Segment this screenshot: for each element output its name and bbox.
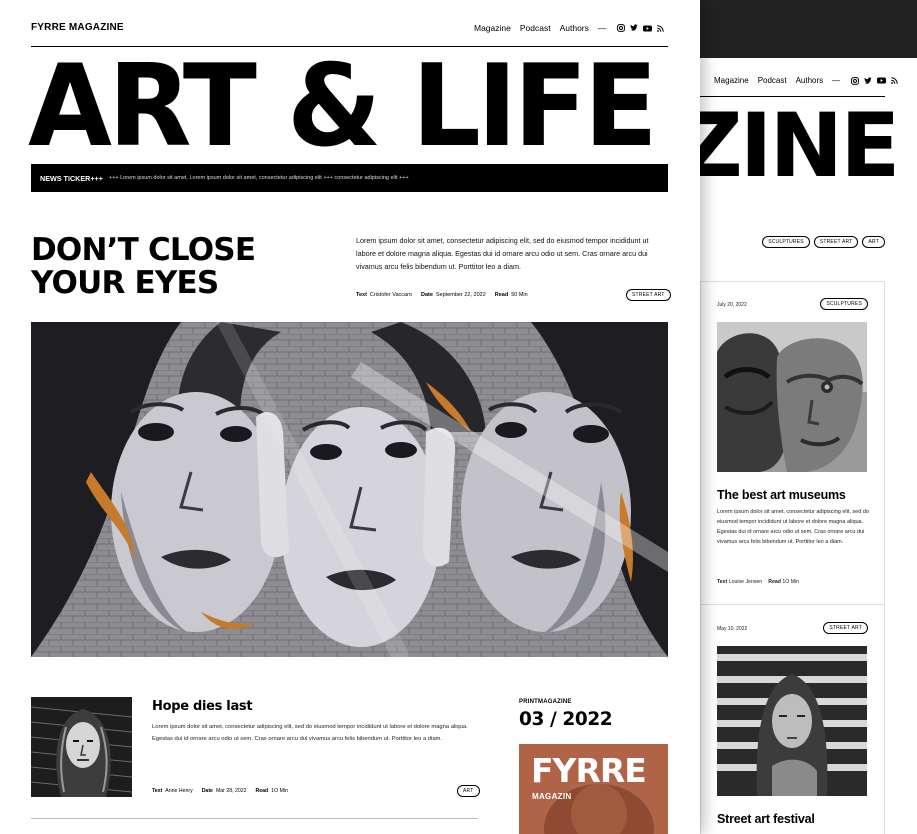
nav-dash: — bbox=[597, 23, 607, 33]
meta-date-label: Date bbox=[201, 788, 213, 794]
back-tag-list: SCULPTURES STREET ART ART bbox=[762, 236, 885, 248]
back-nav-authors[interactable]: Authors bbox=[796, 76, 824, 85]
youtube-icon[interactable] bbox=[643, 25, 653, 32]
news-ticker: NEWS TICKER+++ +++ Lorem ipsum dolor sit… bbox=[31, 164, 668, 192]
tag-street-art[interactable]: STREET ART bbox=[813, 236, 859, 248]
main-nav: Magazine Podcast Authors — bbox=[474, 23, 665, 33]
card-tag[interactable]: SCULPTURES bbox=[820, 298, 868, 310]
nav-podcast[interactable]: Podcast bbox=[520, 23, 551, 33]
back-nav-magazine[interactable]: Magazine bbox=[714, 76, 749, 85]
meta-text-label: Text bbox=[152, 788, 163, 794]
social-icons bbox=[617, 24, 665, 32]
featured-meta: Text Cristofer Vaccaro Date September 22, … bbox=[356, 292, 528, 298]
meta-read-label: Read bbox=[255, 788, 269, 794]
back-nav-dash: — bbox=[832, 76, 841, 85]
card-excerpt: Lorem ipsum dolor sit amet, consectetur … bbox=[717, 509, 869, 545]
meta-text-label: Text bbox=[717, 579, 728, 585]
card-title[interactable]: Street art festival bbox=[717, 812, 815, 826]
print-magazine-cover[interactable]: FYRRE MAGAZIN bbox=[519, 744, 668, 834]
hooded-girl-illustration bbox=[717, 646, 867, 796]
print-issue-number: 03 / 2022 bbox=[519, 709, 613, 730]
instagram-icon[interactable] bbox=[851, 76, 860, 85]
masthead-title: ART & LIFE bbox=[28, 40, 658, 172]
article-card-festival[interactable]: May 10, 2022 STREET ART Street art festi… bbox=[700, 605, 885, 834]
street-art-mural-illustration bbox=[31, 322, 668, 657]
twitter-icon[interactable] bbox=[630, 24, 639, 32]
instagram-icon[interactable] bbox=[617, 24, 626, 32]
museum-sculpture-image[interactable] bbox=[717, 322, 867, 472]
meta-read-label: Read bbox=[768, 579, 781, 585]
card-tag[interactable]: STREET ART bbox=[823, 622, 868, 634]
meta-author[interactable]: Louise Jensen bbox=[729, 579, 762, 585]
site-logo[interactable]: FYRRE MAGAZINE bbox=[31, 22, 124, 33]
meta-date-label: Date bbox=[420, 292, 433, 298]
back-social-icons bbox=[851, 76, 898, 85]
nav-magazine[interactable]: Magazine bbox=[474, 23, 511, 33]
twitter-icon[interactable] bbox=[864, 76, 872, 85]
meta-read-time: 50 Min bbox=[511, 292, 528, 298]
woodcut-portrait-illustration bbox=[31, 697, 132, 797]
meta-author[interactable]: Anne Henry bbox=[165, 788, 192, 794]
background-band bbox=[700, 0, 917, 58]
meta-text-label: Text bbox=[356, 292, 367, 298]
article-thumbnail[interactable] bbox=[31, 697, 132, 797]
tag-sculptures[interactable]: SCULPTURES bbox=[762, 236, 810, 248]
print-magazine-label: PRINTMAGAZINE bbox=[519, 699, 572, 705]
rss-icon[interactable] bbox=[657, 24, 665, 32]
cover-title: FYRRE bbox=[531, 751, 647, 790]
card-date: May 10, 2022 bbox=[717, 626, 748, 632]
meta-date: September 22, 2022 bbox=[435, 292, 486, 298]
back-nav: Magazine Podcast Authors — bbox=[714, 76, 898, 85]
cover-subtitle: MAGAZIN bbox=[532, 792, 572, 801]
ticker-text: +++ Lorem ipsum dolor sit amet, Lorem ip… bbox=[108, 175, 409, 181]
featured-headline[interactable]: DON’T CLOSE YOUR EYES bbox=[31, 234, 311, 300]
featured-lead: Lorem ipsum dolor sit amet, consectetur … bbox=[356, 236, 649, 271]
back-nav-podcast[interactable]: Podcast bbox=[758, 76, 787, 85]
meta-date: Mar 28, 2022 bbox=[215, 788, 247, 794]
back-masthead-fragment: ZINE bbox=[679, 94, 900, 197]
article-card-museums[interactable]: July 20, 2022 SCULPTURES The best art mu… bbox=[700, 281, 885, 605]
card-meta: Text Louise Jensen Read 1O Min bbox=[717, 579, 799, 585]
featured-hero-image[interactable] bbox=[31, 322, 668, 657]
meta-read-time: 1O Min bbox=[271, 788, 288, 794]
youtube-icon[interactable] bbox=[877, 77, 887, 84]
article-meta: Text Anne Henry Date Mar 28, 2022 Read 1O M… bbox=[152, 788, 288, 794]
meta-read-label: Read bbox=[494, 292, 509, 298]
card-date: July 20, 2022 bbox=[717, 302, 747, 308]
meta-author[interactable]: Cristofer Vaccaro bbox=[370, 292, 412, 298]
featured-tag[interactable]: STREET ART bbox=[626, 289, 671, 301]
ticker-label: NEWS TICKER+++ bbox=[40, 173, 103, 183]
tag-art[interactable]: ART bbox=[862, 236, 885, 248]
article-excerpt: Lorem ipsum dolor sit amet, consectetur … bbox=[152, 724, 468, 742]
article-title[interactable]: Hope dies last bbox=[152, 699, 253, 714]
sculpture-illustration bbox=[717, 322, 867, 472]
card-title[interactable]: The best art museums bbox=[717, 488, 846, 502]
festival-portrait-image[interactable] bbox=[717, 646, 867, 796]
front-page: FYRRE MAGAZINE Magazine Podcast Authors … bbox=[0, 0, 700, 834]
meta-read-time: 1O Min bbox=[782, 579, 800, 585]
rss-icon[interactable] bbox=[891, 77, 898, 84]
article-tag[interactable]: ART bbox=[457, 785, 480, 797]
nav-authors[interactable]: Authors bbox=[560, 23, 589, 33]
article-divider bbox=[31, 818, 478, 819]
